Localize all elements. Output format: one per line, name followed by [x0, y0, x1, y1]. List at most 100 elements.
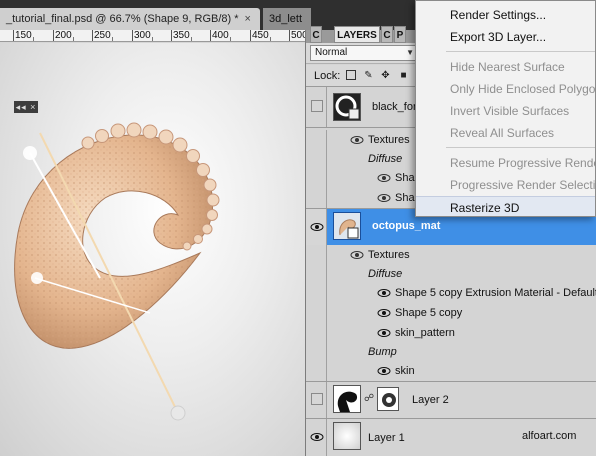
document-tab-active[interactable]: _tutorial_final.psd @ 66.7% (Shape 9, RG… — [0, 8, 260, 30]
menu-item-rasterize-3d[interactable]: Rasterize 3D — [416, 196, 595, 216]
eye-icon[interactable] — [377, 193, 391, 203]
tab-paths[interactable]: P — [394, 26, 406, 43]
menu-item-only-hide-enclosed-polygons[interactable]: Only Hide Enclosed Polygons — [416, 78, 595, 100]
ruler-label: 500 — [291, 30, 305, 41]
ruler-label: 250 — [94, 30, 111, 41]
ruler-tick — [171, 30, 172, 41]
lock-label: Lock: — [314, 70, 341, 82]
ruler-tick — [289, 30, 290, 41]
blend-mode-select[interactable]: Normal ▼ — [310, 45, 418, 61]
ruler-tick — [92, 30, 93, 41]
ruler-label: 450 — [252, 30, 269, 41]
lock-brush-icon[interactable]: ✎ — [363, 70, 374, 81]
ruler-tick — [210, 30, 211, 41]
blend-mode-value: Normal — [315, 47, 348, 58]
eye-icon[interactable] — [377, 308, 391, 318]
texture-row[interactable]: skin — [306, 361, 596, 381]
visibility-column — [306, 87, 327, 127]
menu-item-hide-nearest-surface[interactable]: Hide Nearest Surface — [416, 56, 595, 78]
visibility-column — [306, 343, 327, 361]
texture-row[interactable]: Shape 5 copy Extrusion Material - Defaul… — [306, 283, 596, 303]
eye-icon[interactable] — [377, 288, 391, 298]
visibility-column — [306, 150, 327, 168]
effects-row-textures[interactable]: Textures — [306, 245, 596, 265]
tab-c[interactable]: C — [381, 26, 393, 43]
visibility-column — [306, 382, 327, 418]
texture-name: Shape 5 copy Extrusion Material - Defaul… — [395, 287, 596, 299]
visibility-column — [306, 130, 327, 150]
lock-all-icon[interactable]: ■ — [398, 70, 409, 81]
textures-label: Textures — [368, 134, 410, 146]
horizontal-ruler: 150 200 250 300 350 400 450 500 — [0, 30, 305, 42]
eye-icon[interactable] — [377, 173, 391, 183]
eye-icon[interactable] — [350, 250, 364, 260]
octopus-tentacle-artwork[interactable] — [0, 43, 305, 456]
ruler-tick — [53, 30, 54, 41]
layer-thumbnail — [333, 212, 361, 240]
menu-separator — [446, 147, 595, 148]
texture-row[interactable]: skin_pattern — [306, 323, 596, 343]
ruler-label: 150 — [15, 30, 32, 41]
layer-thumbnail — [333, 385, 361, 413]
eye-icon[interactable] — [350, 135, 364, 145]
lock-transparency-icon[interactable] — [346, 70, 356, 80]
ruler-minor-tick — [270, 37, 271, 41]
texture-name: skin — [395, 365, 415, 377]
watermark: alfoart.com — [522, 430, 577, 442]
layer-name: octopus_mat — [372, 220, 441, 232]
tab-channels[interactable]: C — [310, 26, 322, 43]
visibility-toggle-empty[interactable] — [311, 393, 323, 405]
ruler-tick — [13, 30, 14, 41]
menu-item-export-3d-layer[interactable]: Export 3D Layer... — [416, 26, 595, 48]
visibility-column — [306, 168, 327, 188]
menu-item-invert-visible-surfaces[interactable]: Invert Visible Surfaces — [416, 100, 595, 122]
document-tab-title: 3d_lett — [269, 13, 303, 25]
tab-layers[interactable]: LAYERS — [334, 26, 380, 43]
eye-icon[interactable] — [310, 222, 324, 232]
diffuse-label: Diffuse — [368, 268, 403, 280]
layer-name: Layer 2 — [412, 394, 449, 406]
ruler-tick — [250, 30, 251, 41]
texture-group-diffuse: Diffuse — [306, 265, 596, 283]
document-tab-title: _tutorial_final.psd @ 66.7% (Shape 9, RG… — [6, 13, 239, 25]
ruler-label: 350 — [173, 30, 190, 41]
close-tab-icon[interactable]: × — [245, 8, 251, 30]
visibility-column — [306, 303, 327, 323]
texture-row[interactable]: Shape 5 copy — [306, 303, 596, 323]
eye-icon[interactable] — [310, 432, 324, 442]
visibility-column — [306, 283, 327, 303]
menu-item-resume-progressive-render[interactable]: Resume Progressive Render — [416, 152, 595, 174]
visibility-column — [306, 188, 327, 208]
texture-group-bump: Bump — [306, 343, 596, 361]
menu-item-reveal-all-surfaces[interactable]: Reveal All Surfaces — [416, 122, 595, 144]
visibility-column — [306, 323, 327, 343]
ruler-minor-tick — [73, 37, 74, 41]
visibility-column — [306, 419, 327, 456]
eye-icon[interactable] — [377, 328, 391, 338]
texture-name: Shape 5 copy — [395, 307, 463, 319]
visibility-toggle-empty[interactable] — [311, 100, 323, 112]
ruler-minor-tick — [112, 37, 113, 41]
layer-mask-thumbnail[interactable] — [377, 387, 399, 411]
menu-item-render-settings[interactable]: Render Settings... — [416, 4, 595, 26]
document-tab-inactive[interactable]: 3d_lett — [263, 8, 311, 30]
panel-collapse-control[interactable]: ◂◂ × — [14, 101, 38, 113]
eye-icon[interactable] — [377, 366, 391, 376]
ruler-minor-tick — [191, 37, 192, 41]
link-icon[interactable]: ☍ — [364, 393, 374, 404]
ruler-minor-tick — [230, 37, 231, 41]
diffuse-label: Diffuse — [368, 153, 403, 165]
lock-move-icon[interactable]: ✥ — [380, 70, 391, 81]
visibility-column — [306, 265, 327, 283]
visibility-column — [306, 245, 327, 265]
chevron-down-icon: ▼ — [406, 48, 414, 57]
menu-separator — [446, 51, 595, 52]
layer-row-layer-2[interactable]: ☍ Layer 2 — [306, 382, 596, 418]
layer-thumbnail — [333, 422, 361, 450]
ruler-minor-tick — [33, 37, 34, 41]
ruler-label: 200 — [55, 30, 72, 41]
ruler-minor-tick — [152, 37, 153, 41]
document-canvas[interactable]: ◂◂ × — [0, 43, 305, 456]
menu-item-progressive-render-selection[interactable]: Progressive Render Selection — [416, 174, 595, 196]
layer-thumbnail — [333, 93, 361, 121]
